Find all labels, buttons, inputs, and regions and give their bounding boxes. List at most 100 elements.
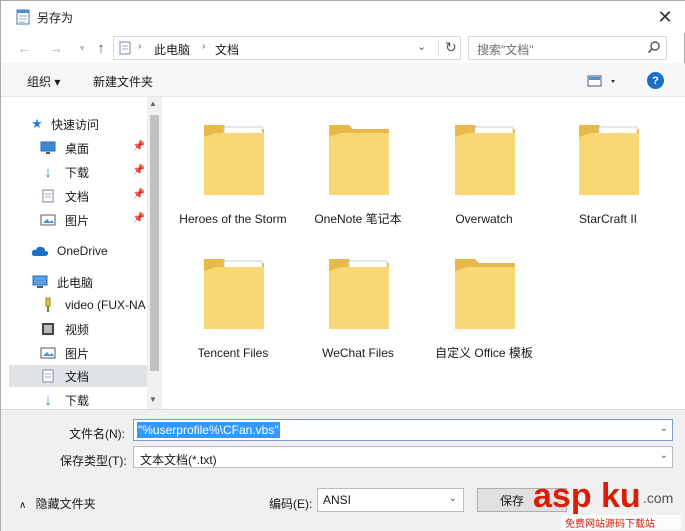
window-title: 另存为 xyxy=(37,11,74,25)
folder-icon xyxy=(204,125,264,195)
notepad-icon xyxy=(16,9,30,25)
filename-value[interactable]: "%userprofile%\CFan.vbs" xyxy=(137,422,280,438)
pin-icon[interactable]: 📌 xyxy=(133,141,145,152)
filename-label: 文件名(N): xyxy=(69,427,125,441)
folder-label: Heroes of the Storm xyxy=(179,212,287,226)
folder-label: OneNote 笔记本 xyxy=(314,212,402,226)
sidebar-item-quick-access[interactable]: ★ 快速访问 xyxy=(31,113,147,135)
folder-icon xyxy=(455,259,515,329)
folder-label: WeChat Files xyxy=(322,346,394,360)
organize-button[interactable]: 组织 ▾ xyxy=(27,73,60,90)
pin-icon[interactable]: 📌 xyxy=(133,165,145,176)
sidebar-item-label: video (FUX-NA xyxy=(65,298,146,312)
sidebar-item-label: 快速访问 xyxy=(51,117,100,132)
sidebar-item-label: 文档 xyxy=(65,189,90,204)
chevron-up-icon: ∧ xyxy=(19,500,27,511)
document-icon xyxy=(39,368,57,384)
arrow-left-icon: ← xyxy=(17,40,31,56)
refresh-icon[interactable]: ↻ xyxy=(438,39,457,57)
download-icon: ↓ xyxy=(44,391,52,409)
sidebar-item-network-drive[interactable]: video (FUX-NA xyxy=(39,294,147,316)
folder-item[interactable]: Tencent Files xyxy=(178,245,288,375)
help-button[interactable]: ? xyxy=(647,72,664,89)
sidebar-item-label: 此电脑 xyxy=(57,275,94,290)
chevron-right-icon[interactable]: › xyxy=(202,41,205,52)
breadcrumb-documents[interactable]: 文档 xyxy=(215,41,239,58)
desktop-icon xyxy=(39,140,57,156)
arrow-right-icon: → xyxy=(49,40,63,56)
navigation-scrollbar[interactable]: ▲ ▼ xyxy=(147,97,162,409)
folder-label: StarCraft II xyxy=(578,212,637,226)
picture-icon xyxy=(39,345,57,361)
sidebar-item-desktop[interactable]: 桌面 📌 xyxy=(39,137,147,159)
pin-icon[interactable]: 📌 xyxy=(133,213,145,224)
sidebar-item-label: 图片 xyxy=(65,346,90,361)
document-location-icon xyxy=(119,41,131,55)
encoding-select[interactable]: ANSI ⌄ xyxy=(317,488,464,512)
navigation-pane: ★ 快速访问 桌面 📌 ↓ 下载 📌 文档 📌 图片 📌 OneDrive 此电… xyxy=(1,97,161,409)
scrollbar-thumb[interactable] xyxy=(150,115,159,371)
pin-icon[interactable]: 📌 xyxy=(133,189,145,200)
encoding-value: ANSI xyxy=(323,493,352,507)
up-button[interactable]: ↑ xyxy=(90,38,112,58)
sidebar-item-pictures[interactable]: 图片 📌 xyxy=(39,209,147,231)
document-icon xyxy=(39,188,57,204)
new-folder-button[interactable]: 新建文件夹 xyxy=(93,73,153,90)
sidebar-item-this-pc[interactable]: 此电脑 xyxy=(31,271,147,293)
help-icon: ? xyxy=(652,74,659,87)
folder-item[interactable]: Heroes of the Storm xyxy=(178,111,288,241)
savetype-label: 保存类型(T): xyxy=(60,454,127,468)
sidebar-item-downloads[interactable]: ↓ 下载 📌 xyxy=(39,161,147,183)
svg-text:ku: ku xyxy=(601,477,641,515)
svg-text:asp: asp xyxy=(533,477,592,515)
forward-button[interactable]: → xyxy=(45,38,67,58)
chevron-down-icon[interactable]: ⌄ xyxy=(417,40,426,53)
sidebar-item-pictures-pc[interactable]: 图片 xyxy=(39,342,147,364)
savetype-select[interactable]: 文本文档(*.txt) ⌄ xyxy=(133,446,673,468)
folder-item[interactable]: OneNote 笔记本 xyxy=(303,111,413,241)
close-icon: ✕ xyxy=(657,6,673,27)
folder-label: 自定义 Office 模板 xyxy=(435,346,533,360)
folder-item[interactable]: Overwatch xyxy=(429,111,539,241)
breadcrumb-this-pc[interactable]: 此电脑 xyxy=(154,41,190,58)
sidebar-item-documents[interactable]: 文档 📌 xyxy=(39,185,147,207)
change-view-icon[interactable] xyxy=(586,73,620,89)
scroll-down-icon[interactable]: ▼ xyxy=(149,395,157,404)
sidebar-item-label: 文档 xyxy=(65,369,90,384)
search-icon xyxy=(647,41,660,54)
search-input[interactable]: 搜索"文档" xyxy=(468,36,667,60)
picture-icon xyxy=(39,212,57,228)
title-bar: 另存为 ✕ xyxy=(1,1,685,33)
folder-item[interactable]: 自定义 Office 模板 xyxy=(429,245,539,375)
folder-item[interactable]: WeChat Files xyxy=(303,245,413,375)
video-icon xyxy=(39,321,57,337)
sidebar-item-onedrive[interactable]: OneDrive xyxy=(31,240,147,262)
svg-text:免费网站源码下载站: 免费网站源码下载站 xyxy=(565,517,655,530)
sidebar-item-downloads-pc[interactable]: ↓ 下载 xyxy=(39,389,147,409)
folder-item[interactable]: StarCraft II xyxy=(553,111,663,241)
chevron-down-icon[interactable]: ⌄ xyxy=(449,493,457,504)
hide-folders-button[interactable]: ∧ 隐藏文件夹 xyxy=(19,495,96,512)
sidebar-item-label: 图片 xyxy=(65,213,90,228)
computer-icon xyxy=(31,274,49,290)
folder-label: Tencent Files xyxy=(197,346,269,360)
chevron-right-icon[interactable]: › xyxy=(138,41,141,52)
arrow-up-icon: ↑ xyxy=(97,39,105,57)
site-watermark-logo: asp ku .com 免费网站源码下载站 xyxy=(533,477,681,530)
back-button[interactable]: ← xyxy=(13,38,35,58)
folder-icon xyxy=(329,125,389,195)
sidebar-item-videos[interactable]: 视频 xyxy=(39,318,147,340)
scroll-up-icon[interactable]: ▲ xyxy=(149,99,157,108)
address-bar[interactable]: › 此电脑 › 文档 ⌄ ↻ xyxy=(113,36,461,60)
folder-icon xyxy=(579,125,639,195)
chevron-down-icon[interactable]: ⌄ xyxy=(660,423,668,434)
sidebar-item-label: 桌面 xyxy=(65,141,90,156)
star-icon: ★ xyxy=(31,116,43,131)
sidebar-item-documents-pc[interactable]: 文档 xyxy=(9,365,147,387)
sidebar-item-label: 视频 xyxy=(65,322,90,337)
chevron-down-icon[interactable]: ⌄ xyxy=(660,450,668,461)
savetype-value: 文本文档(*.txt) xyxy=(140,453,217,467)
filename-field[interactable]: "%userprofile%\CFan.vbs" ⌄ xyxy=(133,419,673,441)
navigation-bar: ← → ▾ ↑ › 此电脑 › 文档 ⌄ ↻ 搜索"文档" xyxy=(1,33,685,63)
close-button[interactable]: ✕ xyxy=(645,1,685,33)
